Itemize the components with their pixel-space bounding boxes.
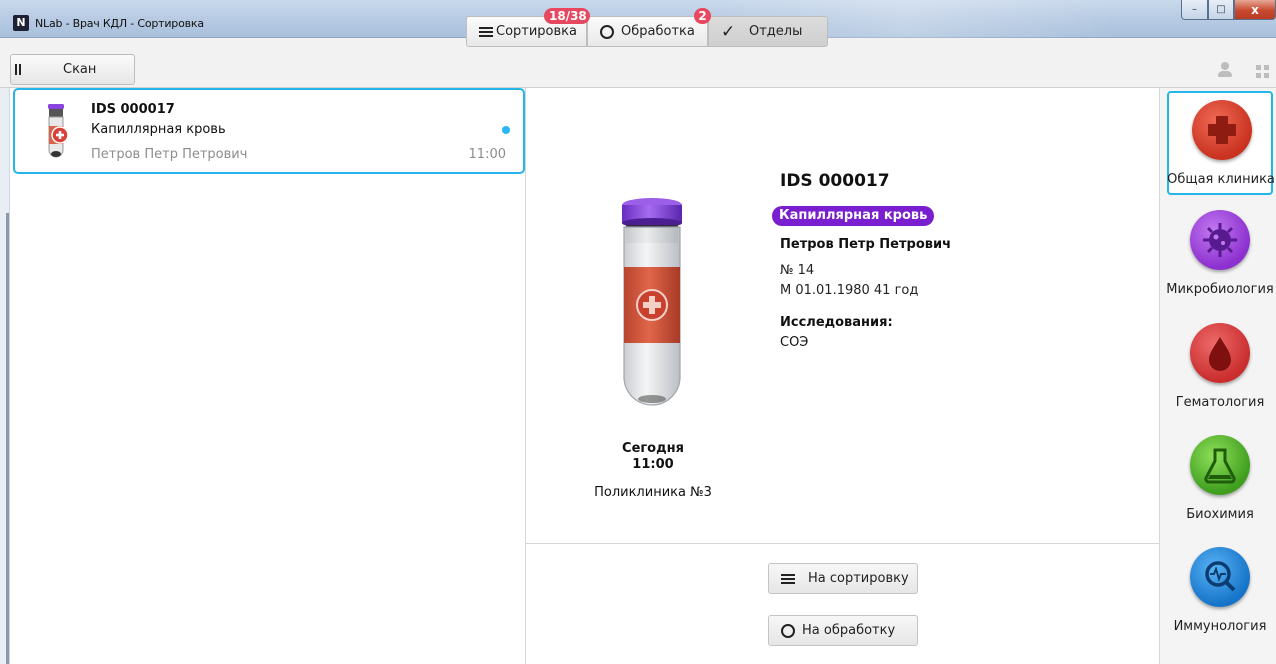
detail-sample-id: IDS 000017 <box>780 171 890 191</box>
scan-label: Скан <box>63 62 97 77</box>
sample-type: Капиллярная кровь <box>91 122 226 137</box>
scan-button[interactable]: Скан <box>10 54 135 85</box>
tab-sorting-label: Сортировка <box>496 24 577 39</box>
research-item: СОЭ <box>780 335 809 350</box>
magnifier-pulse-icon <box>1190 547 1250 607</box>
circle-icon <box>781 623 795 638</box>
tab-processing-label: Обработка <box>621 24 695 39</box>
unread-dot <box>502 126 510 134</box>
collection-place: Поликлиника №3 <box>594 485 712 500</box>
dept-label: Общая клиника <box>1167 172 1275 187</box>
dept-biochemistry[interactable]: Биохимия <box>1167 428 1273 532</box>
medical-cross-icon <box>1192 100 1252 160</box>
patient-birth: М 01.01.1980 41 год <box>780 283 919 298</box>
tab-processing[interactable]: Обработка <box>587 16 708 47</box>
minimize-button[interactable]: – <box>1181 0 1208 20</box>
virus-icon <box>1190 210 1250 270</box>
sample-type-badge: Капиллярная кровь <box>772 206 935 226</box>
sample-card[interactable]: IDS 000017 Капиллярная кровь Петров Петр… <box>13 88 525 174</box>
user-icon[interactable] <box>1218 62 1232 78</box>
dept-general-clinic[interactable]: Общая клиника <box>1167 91 1275 195</box>
grid-icon[interactable] <box>1256 65 1269 78</box>
menu-icon <box>478 24 494 40</box>
processing-count-badge: 2 <box>694 8 711 24</box>
blood-drop-icon <box>1190 323 1250 383</box>
to-sorting-button[interactable]: На сортировку <box>768 563 918 594</box>
dept-immunology[interactable]: Иммунология <box>1167 540 1273 644</box>
collection-day: Сегодня <box>622 441 684 456</box>
patient-number: № 14 <box>780 263 815 278</box>
tab-departments-label: Отделы <box>749 24 803 39</box>
window-title: NLab - Врач КДЛ - Сортировка <box>35 17 204 30</box>
sample-id: IDS 000017 <box>91 102 175 117</box>
dept-label: Гематология <box>1175 395 1265 410</box>
dept-label: Иммунология <box>1173 619 1267 634</box>
barcode-icon <box>15 64 25 75</box>
window-left-edge <box>0 88 10 664</box>
dept-microbiology[interactable]: Микробиология <box>1166 203 1274 307</box>
sample-time: 11:00 <box>468 147 506 162</box>
sorting-count-badge: 18/38 <box>544 8 590 24</box>
dept-label: Биохимия <box>1186 507 1254 522</box>
dept-label: Микробиология <box>1166 282 1274 297</box>
research-heading: Исследования: <box>780 315 893 330</box>
circle-icon <box>600 24 614 39</box>
sample-patient: Петров Петр Петрович <box>91 147 248 162</box>
tab-departments[interactable]: ✓ Отделы <box>708 16 828 47</box>
maximize-button[interactable]: □ <box>1208 0 1234 20</box>
close-button[interactable]: x <box>1234 0 1276 20</box>
to-processing-label: На обработку <box>802 623 896 638</box>
check-icon: ✓ <box>721 21 736 42</box>
dept-hematology[interactable]: Гематология <box>1167 316 1273 420</box>
patient-name: Петров Петр Петрович <box>780 237 952 252</box>
flask-icon <box>1190 435 1250 495</box>
test-tube-image <box>622 198 682 406</box>
collection-time: 11:00 <box>632 457 674 472</box>
to-sorting-label: На сортировку <box>808 571 909 586</box>
to-processing-button[interactable]: На обработку <box>768 615 918 646</box>
menu-icon <box>780 571 796 587</box>
app-icon: N <box>13 15 29 31</box>
sample-list <box>10 88 526 664</box>
test-tube-icon <box>48 104 69 158</box>
